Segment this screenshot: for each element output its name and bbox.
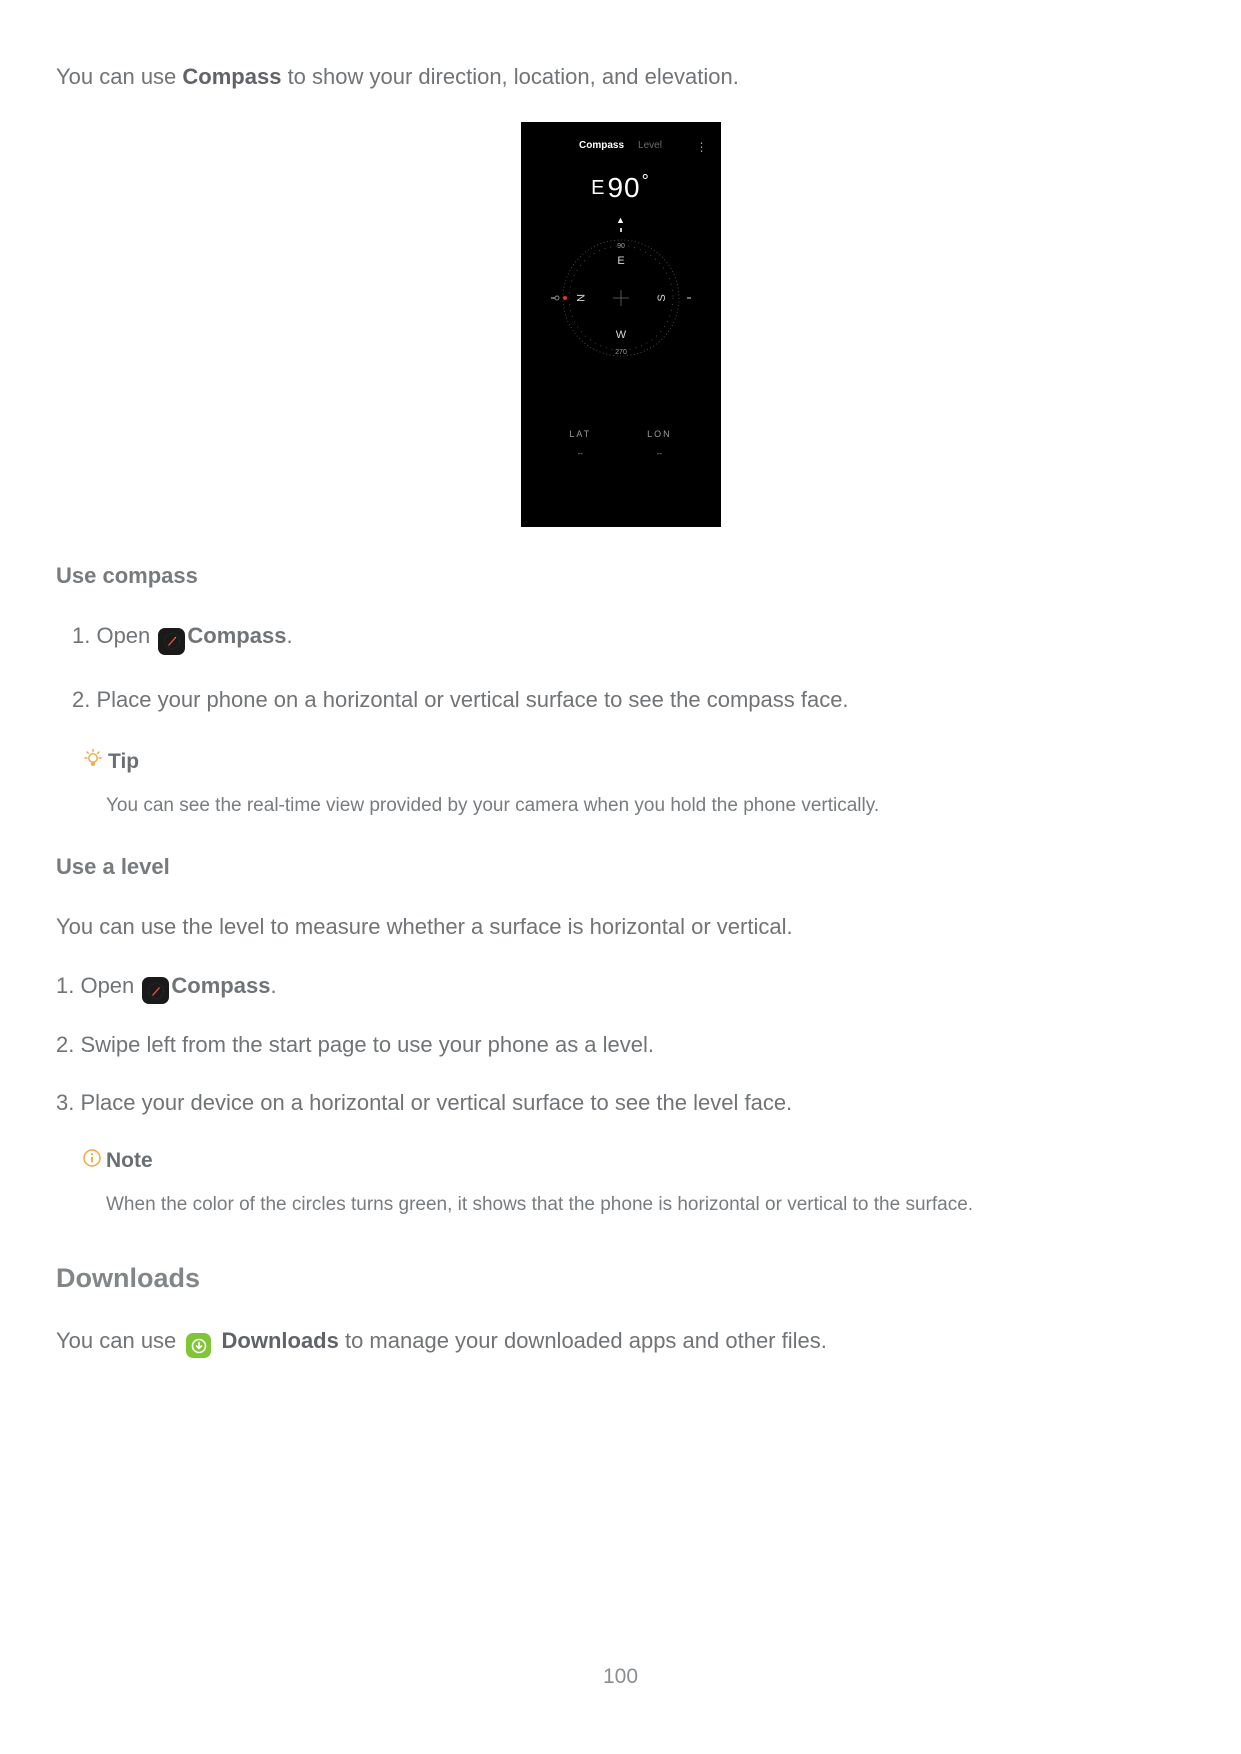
step1-app: Compass [187, 623, 286, 648]
phone-tab-compass: Compass [579, 138, 624, 154]
compass-reading: E90° [591, 166, 650, 209]
dial-e: E [617, 255, 624, 267]
lat-col: LAT -- [569, 428, 591, 460]
step-compass-2: 2. Place your phone on a horizontal or v… [72, 683, 1185, 717]
intro-pre: You can use [56, 64, 182, 89]
compass-dial-svg: E W N S 90 270 [551, 228, 691, 368]
compass-app-icon [158, 628, 185, 655]
step-level-1: 1. Open Compass. [56, 969, 1185, 1005]
heading-downloads: Downloads [56, 1258, 1185, 1300]
lat-value: -- [578, 448, 583, 460]
phone-tabs: Compass Level ⋮ [531, 138, 711, 154]
phone-screenshot: Compass Level ⋮ E90° ▲ [521, 122, 721, 527]
downloads-app-icon [186, 1333, 211, 1358]
heading-use-compass: Use compass [56, 559, 1185, 593]
note-body: When the color of the circles turns gree… [82, 1190, 1185, 1219]
steps-compass: 1. Open Compass. 2. Place your phone on … [56, 619, 1185, 717]
dial-n: N [574, 294, 586, 302]
screenshot-container: Compass Level ⋮ E90° ▲ [56, 122, 1185, 527]
reading-degree-symbol: ° [642, 171, 650, 191]
intro-paragraph: You can use Compass to show your directi… [56, 60, 1185, 94]
note-callout: Note When the color of the circles turns… [82, 1144, 1185, 1220]
latlon-row: LAT -- LON -- [569, 428, 671, 460]
step-compass-1: 1. Open Compass. [72, 619, 1185, 655]
dial-tick-90: 90 [617, 243, 625, 250]
intro-bold: Compass [182, 64, 281, 89]
tip-label: Tip [108, 746, 139, 779]
tip-callout: Tip You can see the real-time view provi… [82, 745, 1185, 821]
dial-w: W [615, 329, 626, 341]
downloads-bold: Downloads [215, 1328, 338, 1353]
downloads-intro: You can use Downloads to manage your dow… [56, 1324, 1185, 1359]
level1-post: . [270, 973, 276, 998]
intro-post: to show your direction, location, and el… [281, 64, 738, 89]
kebab-icon: ⋮ [696, 138, 707, 157]
tip-header: Tip [82, 745, 1185, 779]
lightbulb-icon [82, 745, 104, 779]
lat-label: LAT [569, 428, 591, 442]
level1-app: Compass [171, 973, 270, 998]
tip-body: You can see the real-time view provided … [82, 791, 1185, 820]
level1-pre: 1. Open [56, 973, 140, 998]
step1-post: . [286, 623, 292, 648]
level-intro: You can use the level to measure whether… [56, 910, 1185, 944]
steps-level: 1. Open Compass. 2. Swipe left from the … [56, 969, 1185, 1121]
info-icon [82, 1144, 102, 1178]
note-label: Note [106, 1145, 153, 1178]
reading-direction: E [591, 177, 605, 199]
downloads-pre: You can use [56, 1328, 182, 1353]
page-number: 100 [0, 1661, 1241, 1694]
lon-label: LON [647, 428, 672, 442]
lon-value: -- [657, 448, 662, 460]
step1-pre: 1. Open [72, 623, 156, 648]
dial-tick-270: 270 [615, 349, 627, 356]
compass-dial: E W N S 90 270 [551, 228, 691, 368]
direction-marker-icon: ▲ [616, 214, 625, 228]
step-level-2: 2. Swipe left from the start page to use… [56, 1028, 1185, 1062]
downloads-post: to manage your downloaded apps and other… [339, 1328, 827, 1353]
reading-degrees: 90 [607, 172, 640, 203]
note-header: Note [82, 1144, 1185, 1178]
compass-app-icon [142, 977, 169, 1004]
phone-tab-level: Level [638, 138, 662, 154]
dial-s: S [656, 294, 668, 301]
lon-col: LON -- [647, 428, 672, 460]
heading-use-level: Use a level [56, 850, 1185, 884]
step-level-3: 3. Place your device on a horizontal or … [56, 1086, 1185, 1120]
